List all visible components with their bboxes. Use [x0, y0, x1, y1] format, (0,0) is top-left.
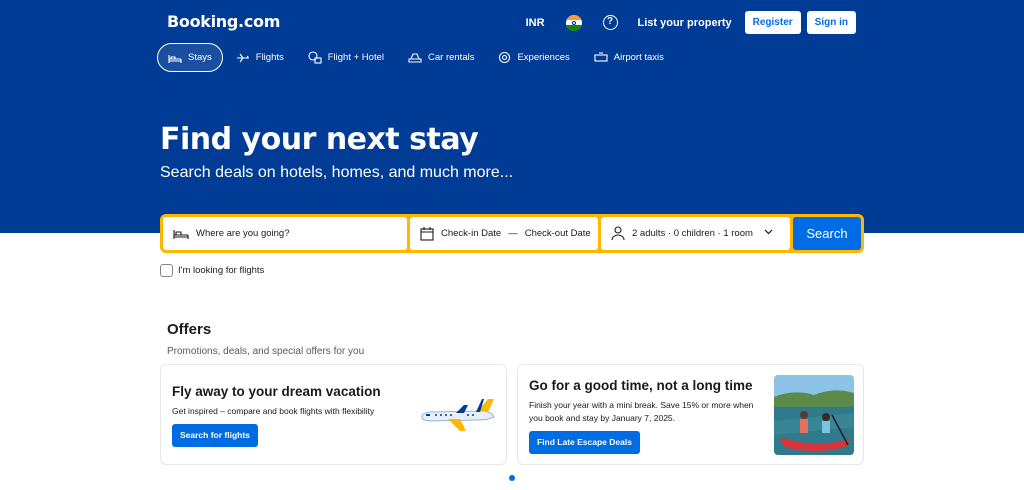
booking-logo[interactable]: Booking.com	[167, 12, 280, 31]
occupancy-value: 2 adults · 0 children · 1 room	[632, 228, 753, 239]
offer-card-description: Get inspired – compare and book flights …	[172, 406, 375, 416]
nav-tab-stays[interactable]: Stays	[157, 43, 223, 72]
flights-checkbox-label: I'm looking for flights	[178, 265, 265, 276]
sign-in-button[interactable]: Sign in	[806, 11, 856, 34]
carousel-indicator[interactable]	[509, 475, 515, 481]
hero-title: Find your next stay	[160, 122, 479, 157]
currency-selector[interactable]: INR	[526, 17, 545, 29]
nav-tab-flight-hotel[interactable]: Flight + Hotel	[297, 43, 395, 72]
late-escape-deals-button[interactable]: Find Late Escape Deals	[529, 431, 640, 454]
date-separator: —	[508, 228, 518, 239]
chevron-down-icon	[764, 229, 773, 235]
airplane-illustration	[421, 399, 495, 431]
offer-card-title: Go for a good time, not a long time	[529, 378, 753, 393]
nav-car-rentals-label: Car rentals	[428, 52, 475, 63]
checkin-label: Check-in Date	[441, 228, 502, 239]
nav-stays-label: Stays	[188, 52, 212, 63]
hero-banner: Booking.com INR ? List your property Reg…	[0, 0, 1024, 233]
taxi-icon	[594, 52, 608, 62]
register-button[interactable]: Register	[744, 11, 801, 34]
date-range-field[interactable]: Check-in Date — Check-out Date	[410, 217, 598, 250]
experiences-icon	[499, 51, 511, 64]
hero-subtitle: Search deals on hotels, homes, and much …	[160, 164, 514, 181]
checkout-label: Check-out Date	[524, 228, 591, 239]
product-nav: Stays Flights Flight + Hotel Car rentals…	[157, 43, 677, 72]
nav-airport-taxis-label: Airport taxis	[613, 52, 664, 63]
search-bar: Where are you going? Check-in Date — Che…	[160, 214, 864, 253]
offers-title: Offers	[167, 321, 212, 338]
kayak-photo	[774, 375, 854, 455]
occupancy-field[interactable]: 2 adults · 0 children · 1 room	[601, 217, 790, 250]
offer-card-title: Fly away to your dream vacation	[172, 384, 381, 399]
nav-tab-car-rentals[interactable]: Car rentals	[397, 43, 485, 72]
search-button[interactable]: Search	[793, 217, 861, 250]
person-icon	[611, 226, 625, 241]
nav-tab-flights[interactable]: Flights	[225, 43, 295, 72]
bed-icon	[173, 230, 189, 239]
offers-subtitle: Promotions, deals, and special offers fo…	[167, 346, 365, 357]
nav-experiences-label: Experiences	[517, 52, 570, 63]
offer-card-late-escape[interactable]: Go for a good time, not a long time Fini…	[517, 364, 864, 465]
bed-icon	[168, 54, 182, 63]
plane-icon	[236, 53, 249, 62]
india-flag-icon[interactable]	[565, 14, 582, 31]
destination-field[interactable]: Where are you going?	[163, 217, 407, 250]
destination-placeholder: Where are you going?	[196, 228, 290, 239]
nav-flights-label: Flights	[255, 52, 284, 63]
flight-hotel-icon	[308, 51, 322, 64]
list-property-link[interactable]: List your property	[638, 17, 732, 29]
offer-card-description: Finish your year with a mini break. Save…	[529, 400, 754, 423]
flights-checkbox[interactable]	[160, 264, 173, 277]
header-actions: INR ? List your property Register Sign i…	[526, 11, 856, 34]
calendar-icon	[420, 226, 434, 241]
nav-tab-experiences[interactable]: Experiences	[487, 43, 580, 72]
help-icon[interactable]: ?	[602, 15, 618, 30]
car-icon	[408, 53, 422, 63]
flights-checkbox-row[interactable]: I'm looking for flights	[160, 264, 264, 277]
nav-tab-airport-taxis[interactable]: Airport taxis	[583, 43, 675, 72]
nav-flight-hotel-label: Flight + Hotel	[327, 52, 384, 63]
search-flights-button[interactable]: Search for flights	[172, 424, 258, 447]
offer-card-flights[interactable]: Fly away to your dream vacation Get insp…	[160, 364, 507, 465]
